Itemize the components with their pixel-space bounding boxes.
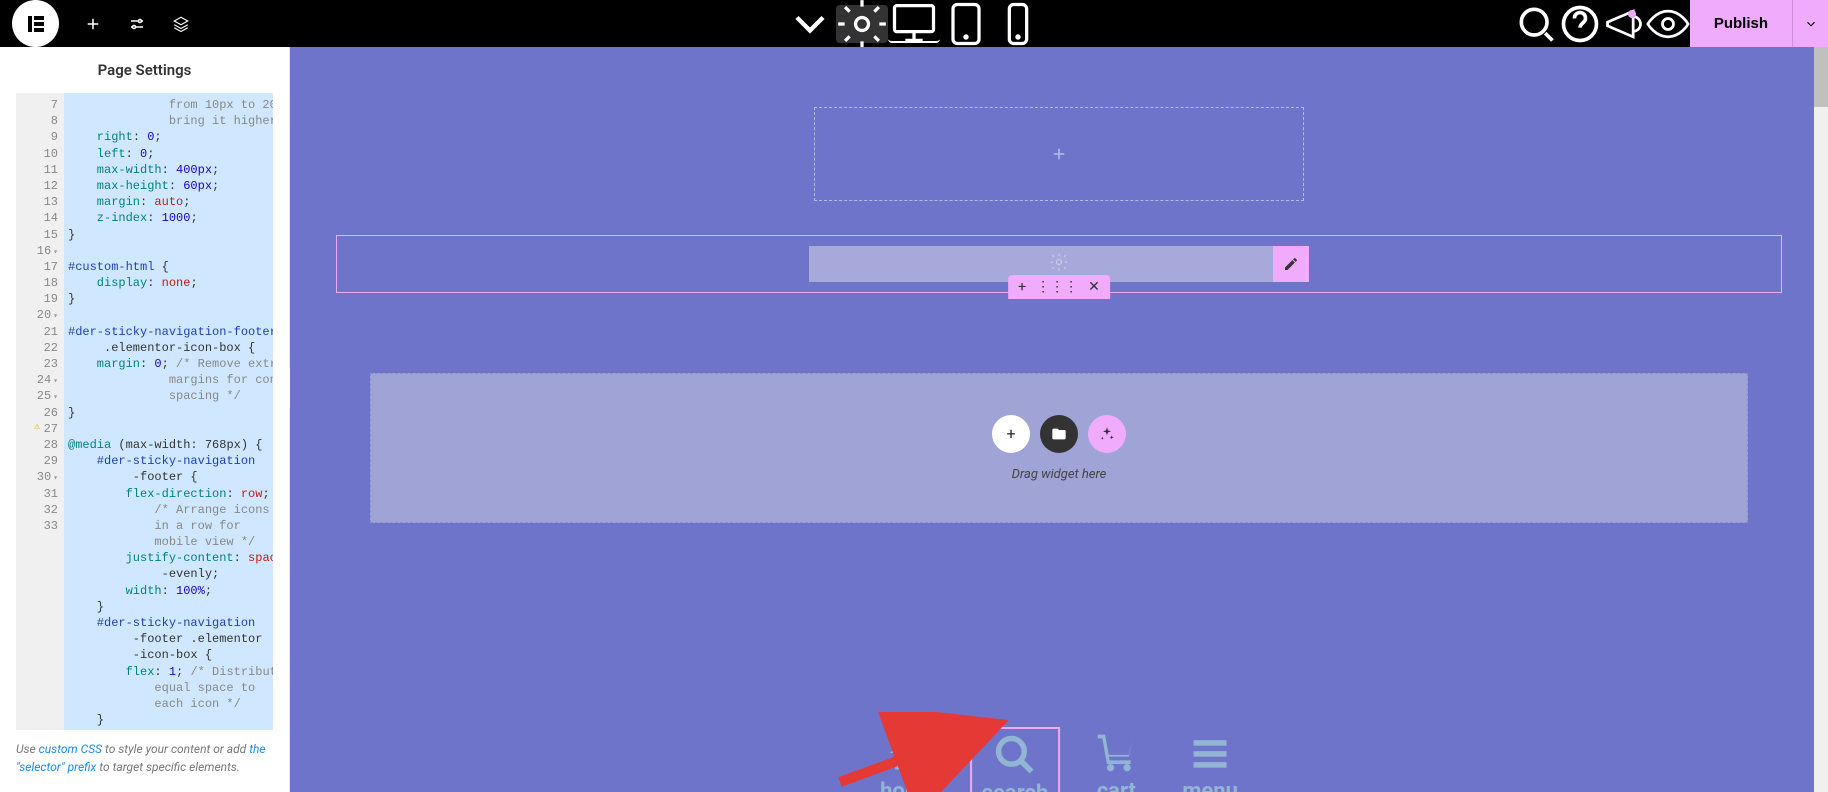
nav-cart-label: cart [1097,779,1136,792]
section-drag-icon[interactable]: ⋮⋮⋮ [1036,279,1078,295]
sparkle-icon [1099,426,1115,442]
nav-search-label: search [982,781,1049,792]
topbar-right: Publish [1514,0,1828,47]
drop-zone-buttons: + [992,415,1126,453]
ai-button[interactable] [1088,415,1126,453]
topbar: Publish [0,0,1828,47]
desktop-view-icon[interactable] [888,5,940,43]
sidebar-footer: Use custom CSS to style your content or … [0,730,289,792]
sticky-footer-nav: home search cart menu [870,727,1248,792]
topbar-center [784,5,1044,43]
settings-sliders-icon[interactable] [115,0,159,47]
nav-search[interactable]: search [970,727,1061,792]
nav-home-label: home [880,779,936,792]
cart-icon [1094,731,1138,775]
drop-zone-text: Drag widget here [1012,467,1107,482]
preview-icon[interactable] [1646,0,1690,47]
help-icon[interactable] [1558,0,1602,47]
topbar-left [0,0,203,47]
nav-home[interactable]: home [870,727,946,792]
publish-dropdown[interactable] [1792,0,1828,47]
canvas: + ⋮⋮⋮ ✕ + [290,47,1828,792]
page-dropdown[interactable] [784,5,836,43]
nav-menu[interactable]: menu [1172,727,1248,792]
nav-cart[interactable]: cart [1084,727,1148,792]
search-icon[interactable] [1514,0,1558,47]
sidebar-title: Page Settings [0,47,289,93]
line-gutter: 7 891011121314151617181920 21 22232425 2… [16,93,64,730]
section-add-icon[interactable]: + [1018,279,1026,295]
tablet-view-icon[interactable] [940,5,992,43]
search-nav-icon [993,733,1037,777]
section-handle[interactable]: + ⋮⋮⋮ ✕ [1008,275,1110,299]
layers-icon[interactable] [159,0,203,47]
mobile-view-icon[interactable] [992,5,1044,43]
settings-gear-icon[interactable] [836,5,888,43]
empty-section-placeholder[interactable] [814,107,1304,201]
plus-icon [1050,145,1068,163]
custom-css-link[interactable]: custom CSS [39,742,102,756]
notification-dot [1628,10,1636,18]
main: Page Settings 7 891011121314151617181920… [0,47,1828,792]
announcements-icon[interactable] [1602,0,1646,47]
elementor-logo[interactable] [12,0,59,47]
scrollbar-thumb[interactable] [1814,47,1828,107]
code-content[interactable]: from 10px to 20px to bring it higher */ … [64,93,273,730]
section-close-icon[interactable]: ✕ [1088,279,1100,295]
widget-placeholder-icon [1049,252,1069,276]
drop-zone[interactable]: + Drag widget here [370,373,1748,523]
canvas-scrollbar[interactable] [1814,47,1828,792]
template-library-button[interactable] [1040,415,1078,453]
home-icon [886,731,930,775]
add-widget-button[interactable]: + [992,415,1030,453]
nav-menu-label: menu [1182,779,1238,792]
css-editor[interactable]: 7 891011121314151617181920 21 22232425 2… [16,93,273,730]
publish-button[interactable]: Publish [1690,0,1792,47]
folder-icon [1051,426,1067,442]
sidebar: Page Settings 7 891011121314151617181920… [0,47,290,792]
menu-icon [1188,731,1232,775]
edit-widget-icon[interactable] [1273,246,1309,282]
add-icon[interactable] [71,0,115,47]
